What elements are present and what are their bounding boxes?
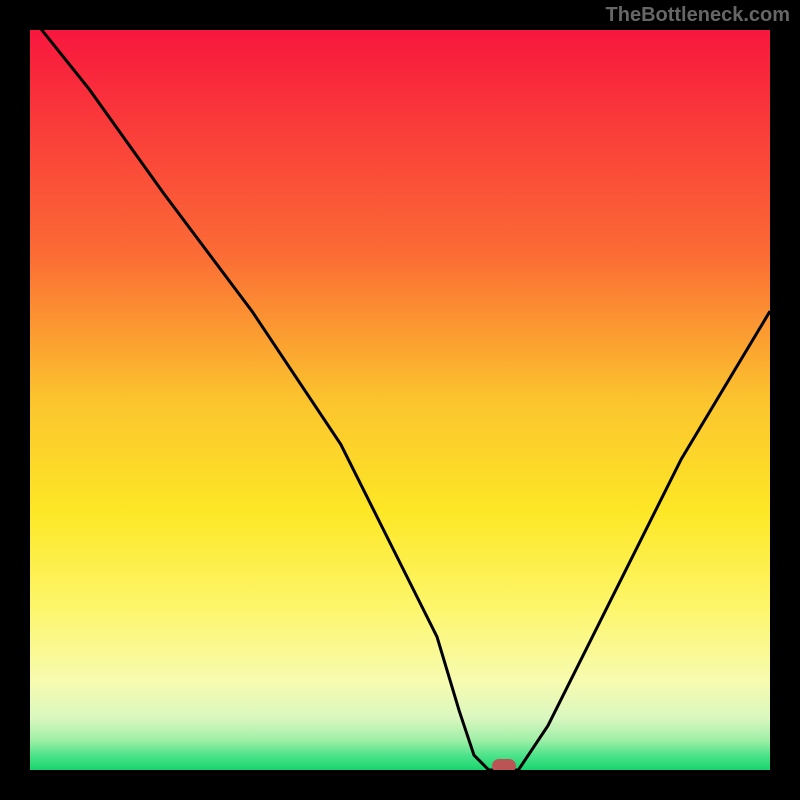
chart-container: TheBottleneck.com: [0, 0, 800, 800]
bottleneck-curve: [30, 30, 770, 770]
optimal-marker: [492, 759, 516, 770]
watermark-text: TheBottleneck.com: [606, 4, 790, 27]
plot-area: [30, 30, 770, 770]
